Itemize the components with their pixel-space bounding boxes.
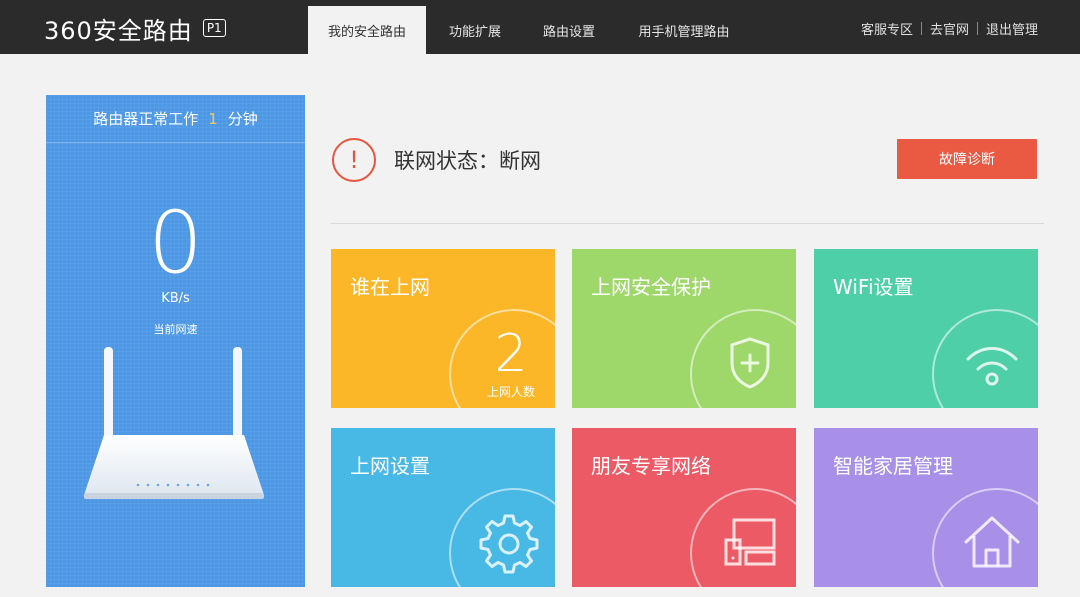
top-bar: 360安全路由 P1 我的安全路由 功能扩展 路由设置 用手机管理路由 客服专区… (0, 0, 1080, 54)
model-badge: P1 (202, 19, 226, 37)
official-site-link[interactable]: 去官网 (930, 19, 969, 38)
logout-link[interactable]: 退出管理 (986, 19, 1038, 38)
current-speed-value: 0 (148, 193, 203, 293)
router-illustration (84, 347, 264, 499)
tile-smart-home[interactable]: 智能家居管理 (814, 428, 1038, 587)
support-link[interactable]: 客服专区 (861, 19, 913, 38)
home-icon (964, 516, 1020, 568)
tab-extensions[interactable]: 功能扩展 (426, 6, 524, 54)
tile-wifi-settings[interactable]: WiFi设置 (814, 249, 1038, 408)
tile-friend-network[interactable]: 朋友专享网络 (572, 428, 796, 587)
tile-internet-settings[interactable]: 上网设置 (331, 428, 555, 587)
online-count: 2 (494, 324, 528, 384)
link-separator (976, 22, 978, 35)
divider (330, 223, 1044, 224)
tab-router-settings[interactable]: 路由设置 (524, 6, 614, 54)
router-status-panel: 路由器正常工作 1 分钟 0 KB/s 当前网速 (46, 95, 305, 587)
top-links: 客服专区 去官网 退出管理 (861, 19, 1038, 38)
gear-icon (479, 514, 539, 574)
logo-text: 360安全路由 (44, 16, 193, 45)
speed-unit: KB/s (161, 291, 190, 306)
exclamation-icon: ! (332, 138, 376, 182)
tile-title: 智能家居管理 (833, 454, 953, 478)
tab-my-router[interactable]: 我的安全路由 (308, 6, 426, 54)
uptime-suffix: 分钟 (227, 110, 258, 128)
shield-plus-icon (730, 337, 770, 389)
tile-security-protection[interactable]: 上网安全保护 (572, 249, 796, 408)
uptime-value: 1 (208, 109, 218, 128)
main-nav: 我的安全路由 功能扩展 路由设置 用手机管理路由 (308, 6, 754, 54)
network-status-text: 联网状态：断网 (394, 149, 541, 173)
speed-label: 当前网速 (153, 323, 198, 336)
tile-title: 上网设置 (350, 454, 430, 478)
tile-title: 上网安全保护 (591, 275, 711, 299)
tile-title: WiFi设置 (833, 275, 914, 299)
link-separator (920, 22, 922, 35)
online-count-label: 上网人数 (486, 385, 535, 399)
tab-mobile-manage[interactable]: 用手机管理路由 (614, 6, 754, 54)
devices-icon (724, 518, 776, 566)
diagnose-button[interactable]: 故障诊断 (897, 139, 1037, 179)
wifi-icon (966, 347, 1018, 386)
logo[interactable]: 360安全路由 P1 (44, 14, 226, 45)
tile-who-online[interactable]: 谁在上网 2 上网人数 (331, 249, 555, 408)
tile-title: 朋友专享网络 (591, 454, 711, 478)
network-status: ! 联网状态：断网 (332, 138, 541, 182)
tile-title: 谁在上网 (350, 275, 430, 299)
uptime-prefix: 路由器正常工作 (93, 110, 199, 128)
uptime-bar: 路由器正常工作 1 分钟 (46, 95, 305, 143)
